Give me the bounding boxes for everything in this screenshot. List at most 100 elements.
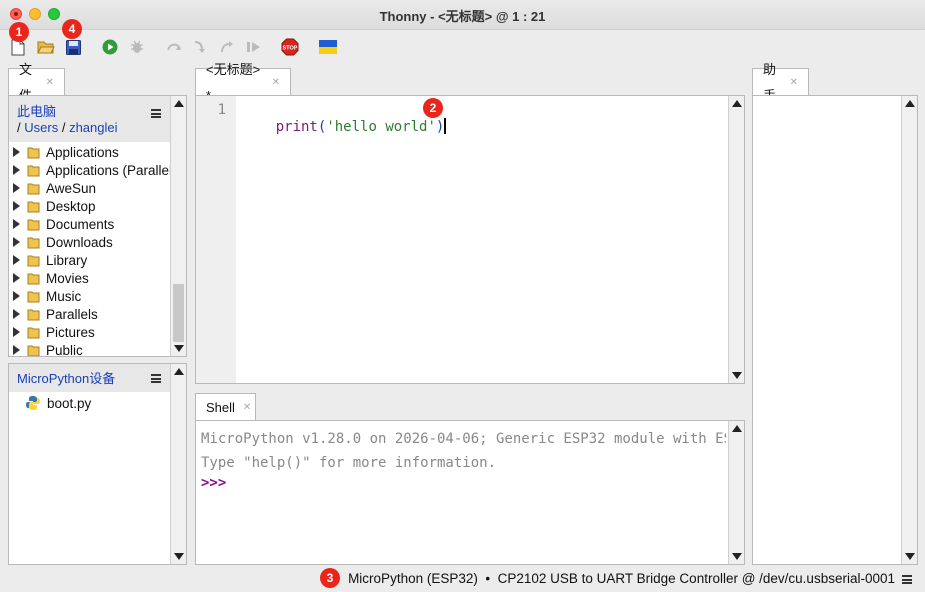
expand-arrow-icon[interactable] [13,291,20,301]
expand-arrow-icon[interactable] [13,273,20,283]
folder-icon [27,273,40,285]
device-menu-icon[interactable] [151,374,161,383]
tab-shell[interactable]: Shell ✕ [195,393,256,421]
toolbar: STOP [0,30,925,66]
tree-item[interactable]: Public [13,341,83,356]
tree-item[interactable]: Documents [13,215,114,233]
save-floppy-icon [65,39,81,55]
step-out-icon [221,41,233,53]
scroll-up-arrow-icon[interactable] [902,96,917,111]
close-tab-icon[interactable]: ✕ [243,395,251,421]
scroll-down-arrow-icon[interactable] [729,368,744,383]
files-scrollbar[interactable] [170,96,186,356]
tab-files[interactable]: 文件 ✕ [8,62,65,103]
expand-arrow-icon[interactable] [13,309,20,319]
tree-item[interactable]: Music [13,287,81,305]
shell-banner: MicroPython v1.28.0 on 2026-04-06; Gener… [201,431,726,447]
shell-panel[interactable]: MicroPython v1.28.0 on 2026-04-06; Gener… [195,420,745,565]
text-cursor [444,118,447,134]
scroll-down-arrow-icon[interactable] [171,341,186,356]
scroll-up-arrow-icon[interactable] [729,421,744,436]
badge-1: 1 [9,22,29,42]
expand-arrow-icon[interactable] [13,147,20,157]
expand-arrow-icon[interactable] [13,327,20,337]
tab-shell-label: Shell [206,399,235,415]
scroll-up-arrow-icon[interactable] [171,96,186,111]
assistant-scrollbar[interactable] [901,96,917,564]
tree-item[interactable]: Pictures [13,323,95,341]
editor-scrollbar[interactable] [728,96,744,383]
open-file-button[interactable] [36,37,56,57]
folder-icon [27,237,40,249]
scroll-thumb[interactable] [173,284,184,342]
badge-2: 2 [423,98,443,118]
assistant-panel [752,95,918,565]
files-menu-icon[interactable] [151,109,161,118]
tree-item[interactable]: Applications [13,143,119,161]
device-file-item[interactable]: boot.py [25,394,91,412]
step-out-button[interactable] [218,37,238,57]
tree-item[interactable]: Library [13,251,87,269]
save-file-button[interactable] [63,37,83,57]
folder-icon [27,219,40,231]
device-header: MicroPython设备 [9,364,170,392]
scroll-down-arrow-icon[interactable] [729,549,744,564]
ukraine-flag-icon [319,40,337,54]
tree-item[interactable]: Applications (Parallels) [13,161,170,179]
expand-arrow-icon[interactable] [13,165,20,175]
resume-icon [247,42,260,52]
expand-arrow-icon[interactable] [13,255,20,265]
expand-arrow-icon[interactable] [13,201,20,211]
path-users[interactable]: Users [24,120,58,135]
window-title: Thonny - <无标题> @ 1 : 21 [379,9,546,24]
expand-arrow-icon[interactable] [13,345,20,355]
tab-editor-untitled[interactable]: <无标题> * ✕ [195,62,291,103]
tree-item[interactable]: AweSun [13,179,96,197]
path-this-computer[interactable]: 此电脑 [17,104,56,119]
step-over-button[interactable] [165,37,185,57]
expand-arrow-icon[interactable] [13,219,20,229]
shell-output: MicroPython v1.28.0 on 2026-04-06; Gener… [201,427,726,491]
shell-help-hint: Type "help()" for more information. [201,455,497,471]
stop-button[interactable]: STOP [280,37,300,57]
debug-bug-icon [131,40,143,53]
scroll-down-arrow-icon[interactable] [171,549,186,564]
svg-text:STOP: STOP [283,46,298,52]
tab-assistant[interactable]: 助手 ✕ [752,62,809,103]
title-bar: Thonny - <无标题> @ 1 : 21 [0,0,925,30]
step-into-button[interactable] [191,37,211,57]
scroll-up-arrow-icon[interactable] [729,96,744,111]
line-number-gutter: 1 [196,96,236,383]
resume-button[interactable] [244,37,264,57]
close-tab-icon[interactable]: ✕ [790,70,798,96]
shell-scrollbar[interactable] [728,421,744,564]
tree-item[interactable]: Downloads [13,233,113,251]
device-files-panel: MicroPython设备 boot.py [8,363,187,565]
code-editor[interactable]: print('hello world') [242,102,447,151]
badge-3: 3 [320,568,340,588]
expand-arrow-icon[interactable] [13,237,20,247]
interpreter-status[interactable]: MicroPython (ESP32) • CP2102 USB to UART… [348,571,895,586]
close-tab-icon[interactable]: ✕ [46,70,54,96]
scroll-up-arrow-icon[interactable] [171,364,186,379]
stop-sign-icon: STOP [281,38,299,56]
line-number: 1 [217,102,226,118]
code-string: 'hello world' [326,119,436,135]
folder-icon [27,147,40,159]
path-user[interactable]: zhanglei [69,120,117,135]
folder-icon [27,309,40,321]
python-file-icon [26,396,40,410]
device-scrollbar[interactable] [170,364,186,564]
close-tab-icon[interactable]: ✕ [272,70,280,96]
scroll-down-arrow-icon[interactable] [902,549,917,564]
step-over-icon [167,43,181,51]
debug-button[interactable] [127,37,147,57]
run-button[interactable] [100,37,120,57]
tree-item[interactable]: Movies [13,269,89,287]
tree-item[interactable]: Desktop [13,197,96,215]
device-title[interactable]: MicroPython设备 [17,371,115,386]
expand-arrow-icon[interactable] [13,183,20,193]
status-menu-icon[interactable] [902,575,912,584]
tree-item[interactable]: Parallels [13,305,98,323]
support-ukraine-button[interactable] [318,37,338,57]
